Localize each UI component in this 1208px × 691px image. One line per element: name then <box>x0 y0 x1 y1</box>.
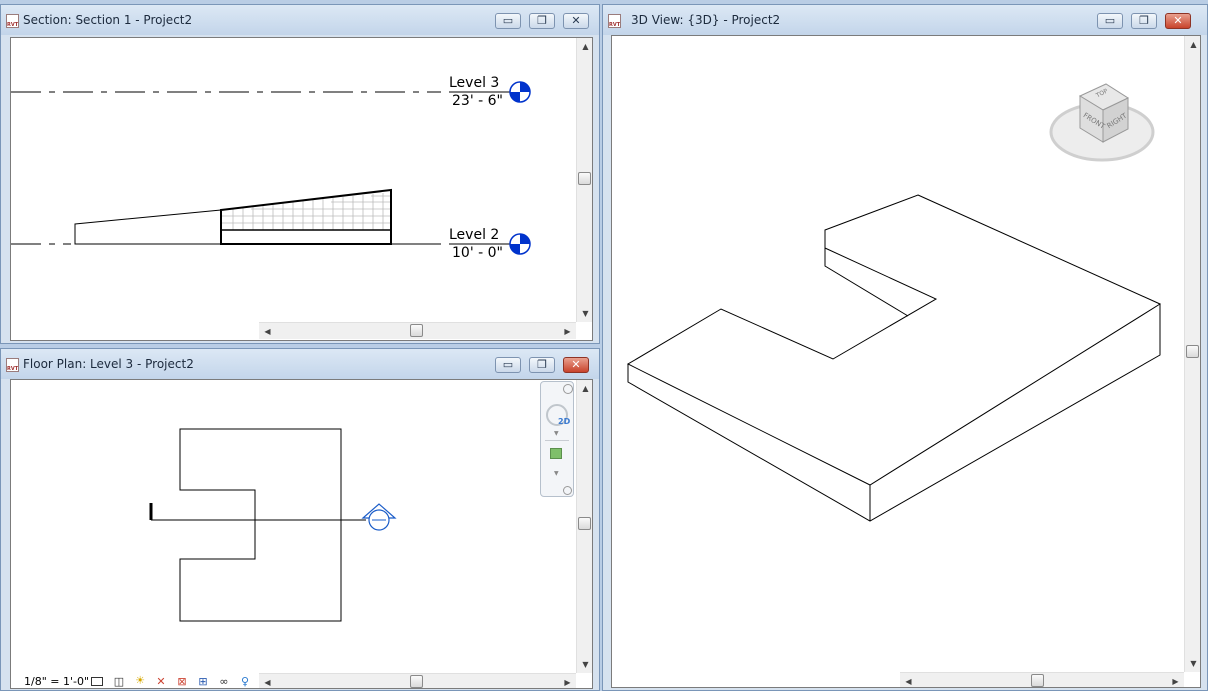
scroll-left-icon[interactable]: ◀ <box>259 674 276 688</box>
floor-plan-drawing <box>149 428 397 622</box>
revit-file-icon: RVT <box>608 14 621 28</box>
floor-3d-model <box>626 194 1162 522</box>
plan-horizontal-scrollbar[interactable]: ◀ ▶ <box>259 673 576 688</box>
floor-plan-window: RVT Floor Plan: Level 3 - Project2 ▭ ❐ ✕… <box>0 348 600 691</box>
temporary-hide-icon[interactable]: ∞ <box>217 675 231 688</box>
floor-outline <box>179 428 342 622</box>
floor-plan-titlebar[interactable]: RVT Floor Plan: Level 3 - Project2 ▭ ❐ ✕ <box>1 349 599 379</box>
minimize-button[interactable]: ▭ <box>495 357 521 373</box>
scroll-down-icon[interactable]: ▼ <box>577 656 592 673</box>
section-window: RVT Section: Section 1 - Project2 ▭ ❐ ✕ <box>0 4 600 344</box>
view-scale[interactable]: 1/8" = 1'-0" <box>24 675 89 688</box>
section-head-icon[interactable] <box>361 503 397 531</box>
scroll-thumb[interactable] <box>578 172 591 185</box>
scroll-down-icon[interactable]: ▼ <box>1185 655 1200 672</box>
restore-icon: ❐ <box>537 14 547 27</box>
zoom-region-icon[interactable] <box>550 448 562 459</box>
close-icon: ✕ <box>571 358 581 371</box>
scroll-thumb[interactable] <box>1031 674 1044 687</box>
plan-vertical-scrollbar[interactable]: ▲ ▼ <box>576 380 592 673</box>
level-3-name[interactable]: Level 3 <box>449 75 499 91</box>
nav-divider <box>545 440 569 441</box>
minimize-icon: ▭ <box>502 14 514 27</box>
level-2-elevation[interactable]: 10' - 0" <box>452 245 503 261</box>
view-3d-window-title: 3D View: {3D} - Project2 <box>631 13 781 27</box>
revit-workspace: { "windows": { "section": { "title": "Se… <box>0 0 1208 691</box>
scroll-down-icon[interactable]: ▼ <box>577 305 592 322</box>
scroll-thumb[interactable] <box>410 324 423 337</box>
cut-region-outline <box>220 188 392 245</box>
view-control-bar: 1/8" = 1'-0" ◫ ☀ ✕ ⊠ ⊞ ∞ ♀ <box>11 673 259 688</box>
section-titlebar[interactable]: RVT Section: Section 1 - Project2 ▭ ❐ ✕ <box>1 5 599 35</box>
section-horizontal-scrollbar[interactable]: ◀ ▶ <box>259 322 576 339</box>
scroll-right-icon[interactable]: ▶ <box>559 674 576 688</box>
cut-hatch-pattern <box>222 193 391 230</box>
chevron-down-icon[interactable]: ▼ <box>554 430 559 437</box>
section-vertical-scrollbar[interactable]: ▲ ▼ <box>576 38 592 322</box>
crop-region-icon[interactable]: ⊞ <box>196 675 210 688</box>
nav-2d-label: 2D <box>558 417 571 426</box>
restore-button[interactable]: ❐ <box>529 13 555 29</box>
section-drawing <box>11 81 531 255</box>
scroll-up-icon[interactable]: ▲ <box>577 38 592 55</box>
level-2-name[interactable]: Level 2 <box>449 227 499 243</box>
view-3d-titlebar[interactable]: RVT 3D View: {3D} - Project2 ▭ ❐ ✕ <box>603 5 1207 35</box>
restore-button[interactable]: ❐ <box>529 357 555 373</box>
floor-plan-window-title: Floor Plan: Level 3 - Project2 <box>23 357 194 371</box>
reveal-hidden-icon[interactable]: ♀ <box>238 675 252 688</box>
level-2-head-icon[interactable] <box>509 233 531 255</box>
revit-file-icon: RVT <box>6 358 19 372</box>
sun-path-icon[interactable]: ☀ <box>133 674 147 688</box>
scroll-right-icon[interactable]: ▶ <box>1167 673 1184 687</box>
section-canvas[interactable]: Level 3 23' - 6" Level 2 10' - 0" ▲ ▼ ◀ … <box>10 37 593 341</box>
level-3-elevation[interactable]: 23' - 6" <box>452 93 503 109</box>
shadows-icon[interactable]: ✕ <box>154 675 168 688</box>
options-icon[interactable] <box>563 486 572 495</box>
close-icon[interactable] <box>563 384 573 394</box>
close-button[interactable]: ✕ <box>563 13 589 29</box>
view-3d-vertical-scrollbar[interactable]: ▲ ▼ <box>1184 36 1200 672</box>
visual-style-icon[interactable]: ◫ <box>112 675 126 688</box>
view-3d-window: RVT 3D View: {3D} - Project2 ▭ ❐ ✕ TOP F… <box>602 4 1208 691</box>
chevron-down-icon[interactable]: ▼ <box>554 470 559 477</box>
minimize-icon: ▭ <box>1104 14 1116 27</box>
view-3d-horizontal-scrollbar[interactable]: ◀ ▶ <box>900 672 1184 687</box>
scroll-thumb[interactable] <box>1186 345 1199 358</box>
level-3-head-icon[interactable] <box>509 81 531 103</box>
scroll-left-icon[interactable]: ◀ <box>900 673 917 687</box>
minimize-icon: ▭ <box>502 358 514 371</box>
scroll-thumb[interactable] <box>578 517 591 530</box>
scroll-right-icon[interactable]: ▶ <box>559 323 576 340</box>
viewcube[interactable]: TOP FRONT RIGHT <box>1048 76 1158 172</box>
floor-plan-canvas[interactable]: 2D ▼ ▼ ▲ ▼ 1/8" = 1'-0" ◫ ☀ ✕ ⊠ ⊞ ∞ ♀ ◀ … <box>10 379 593 689</box>
close-icon: ✕ <box>1173 14 1183 27</box>
view-3d-canvas[interactable]: TOP FRONT RIGHT ▲ ▼ ◀ ▶ <box>611 35 1201 688</box>
detail-level-icon[interactable] <box>91 675 105 688</box>
crop-view-icon[interactable]: ⊠ <box>175 675 189 688</box>
restore-button[interactable]: ❐ <box>1131 13 1157 29</box>
close-button[interactable]: ✕ <box>563 357 589 373</box>
scroll-up-icon[interactable]: ▲ <box>1185 36 1200 53</box>
restore-icon: ❐ <box>1139 14 1149 27</box>
scroll-up-icon[interactable]: ▲ <box>577 380 592 397</box>
minimize-button[interactable]: ▭ <box>495 13 521 29</box>
restore-icon: ❐ <box>537 358 547 371</box>
scroll-thumb[interactable] <box>410 675 423 688</box>
minimize-button[interactable]: ▭ <box>1097 13 1123 29</box>
close-button[interactable]: ✕ <box>1165 13 1191 29</box>
scroll-left-icon[interactable]: ◀ <box>259 323 276 340</box>
close-icon: ✕ <box>571 14 581 27</box>
revit-file-icon: RVT <box>6 14 19 28</box>
section-window-title: Section: Section 1 - Project2 <box>23 13 193 27</box>
navigation-bar[interactable]: 2D ▼ ▼ <box>540 381 574 497</box>
